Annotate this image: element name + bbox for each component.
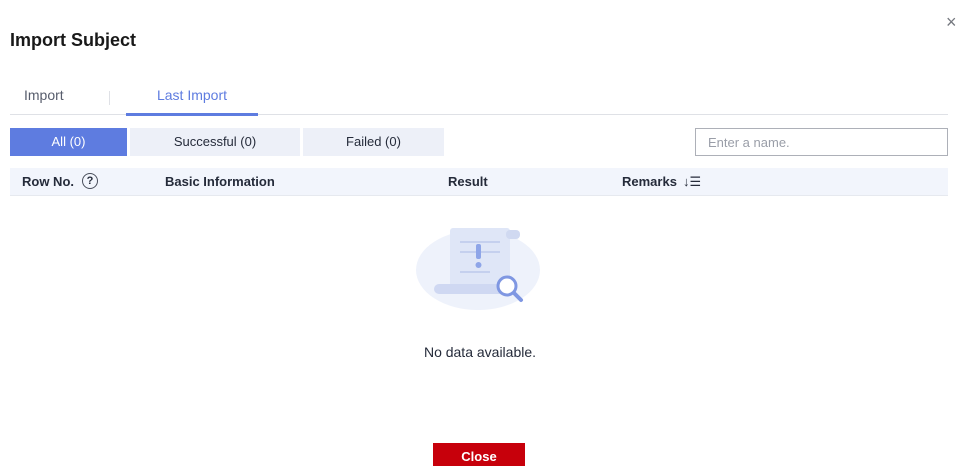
import-subject-dialog: × Import Subject Import Last Import All … bbox=[0, 0, 960, 466]
table-header: Row No.? Basic Information Result Remark… bbox=[10, 168, 948, 196]
column-header-result: Result bbox=[448, 174, 488, 189]
dialog-title: Import Subject bbox=[10, 30, 137, 50]
tab-separator bbox=[109, 91, 110, 105]
close-button[interactable]: Close bbox=[433, 443, 525, 466]
filter-successful-button[interactable]: Successful (0) bbox=[130, 128, 300, 156]
column-header-basic-information: Basic Information bbox=[165, 174, 275, 189]
help-icon[interactable]: ? bbox=[82, 172, 98, 189]
column-header-label: Remarks bbox=[622, 174, 677, 189]
column-header-row-no: Row No.? bbox=[22, 168, 98, 196]
column-header-label: Row No. bbox=[22, 174, 74, 189]
search-input[interactable] bbox=[695, 128, 948, 156]
column-header-remarks: Remarks ↓☰ bbox=[622, 168, 701, 196]
empty-state-message: No data available. bbox=[423, 344, 537, 360]
filter-failed-button[interactable]: Failed (0) bbox=[303, 128, 444, 156]
close-icon[interactable]: × bbox=[946, 13, 960, 31]
tab-bar: Import Last Import bbox=[10, 84, 948, 116]
tab-import[interactable]: Import bbox=[24, 84, 64, 115]
empty-data-illustration-icon bbox=[416, 228, 540, 310]
filter-all-button[interactable]: All (0) bbox=[10, 128, 127, 156]
sort-icon[interactable]: ↓☰ bbox=[683, 168, 701, 196]
tab-last-import[interactable]: Last Import bbox=[126, 84, 258, 116]
